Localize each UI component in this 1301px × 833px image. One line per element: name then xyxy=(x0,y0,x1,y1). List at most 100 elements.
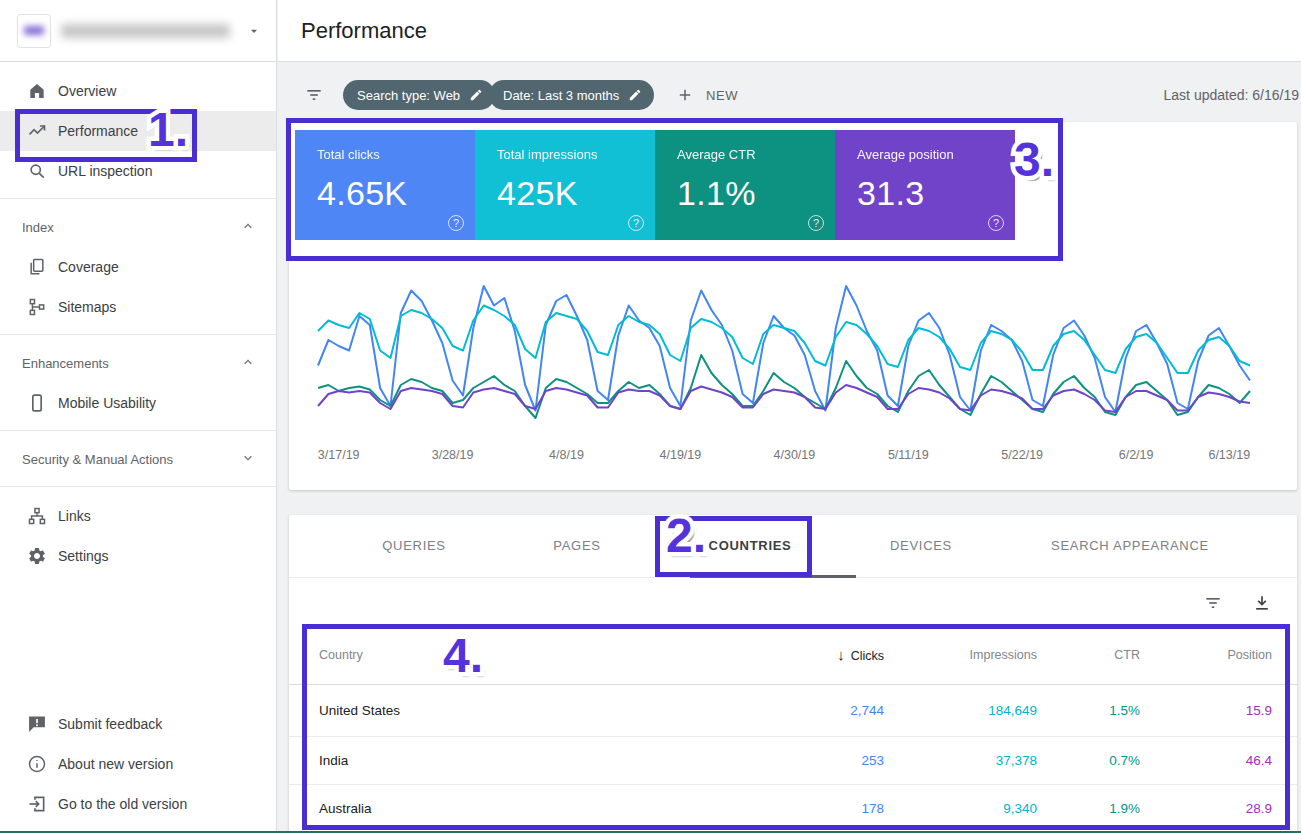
property-selector[interactable] xyxy=(0,0,276,62)
mobile-icon xyxy=(27,393,47,413)
performance-chart-card: Total clicks 4.65K ?Total impressions 42… xyxy=(289,122,1297,490)
cell-position: 15.9 xyxy=(1140,703,1272,718)
chevron-down-icon xyxy=(240,450,256,469)
sort-desc-icon: ↓ xyxy=(837,646,845,663)
performance-icon xyxy=(27,121,47,141)
sidebar-item-mobile-usability[interactable]: Mobile Usability xyxy=(0,383,276,423)
help-icon[interactable]: ? xyxy=(808,215,824,231)
sidebar-item-coverage[interactable]: Coverage xyxy=(0,247,276,287)
property-logo-blurred xyxy=(24,26,44,35)
sidebar-item-about-new-version[interactable]: About new version xyxy=(0,744,276,784)
tab-queries[interactable]: QUERIES xyxy=(382,515,445,575)
sidebar-item-label: Links xyxy=(58,508,91,524)
sidebar-item-settings[interactable]: Settings xyxy=(0,536,276,576)
chart-x-label: 5/22/19 xyxy=(1001,448,1043,462)
column-header-impressions[interactable]: Impressions xyxy=(884,648,1037,662)
cell-ctr: 0.7% xyxy=(1037,753,1140,768)
dimensions-table-card: QUERIES PAGES COUNTRIES DEVICES SEARCH APPEA… xyxy=(289,515,1297,833)
help-icon[interactable]: ? xyxy=(988,215,1004,231)
new-filter-button[interactable]: NEW xyxy=(676,80,738,110)
metric-label: Average position xyxy=(857,147,1015,162)
new-filter-label: NEW xyxy=(706,88,738,103)
table-row-india[interactable]: India 253 37,378 0.7% 46.4 xyxy=(289,737,1297,785)
exit-icon xyxy=(27,794,47,814)
sidebar-item-label: Coverage xyxy=(58,259,119,275)
date-range-chip[interactable]: Date: Last 3 months xyxy=(489,80,654,110)
chart-x-label: 6/13/19 xyxy=(1208,448,1250,462)
sidebar-section-label: Security & Manual Actions xyxy=(22,452,173,467)
metric-tile-average-ctr[interactable]: Average CTR 1.1% ? xyxy=(655,130,835,240)
chart-line-impressions xyxy=(318,306,1250,374)
filter-icon[interactable] xyxy=(304,85,324,109)
metric-value: 4.65K xyxy=(317,174,475,213)
chevron-up-icon xyxy=(240,218,256,237)
search-type-chip[interactable]: Search type: Web xyxy=(343,80,495,110)
sidebar-item-links[interactable]: Links xyxy=(0,496,276,536)
dropdown-caret-icon xyxy=(248,25,260,37)
metric-tile-total-impressions[interactable]: Total impressions 425K ? xyxy=(475,130,655,240)
plus-icon xyxy=(676,86,694,104)
sidebar-item-label: Settings xyxy=(58,548,109,564)
home-icon xyxy=(27,81,47,101)
sidebar-item-performance[interactable]: Performance xyxy=(0,111,276,151)
column-header-ctr[interactable]: CTR xyxy=(1037,648,1140,662)
metric-value: 31.3 xyxy=(857,174,1015,213)
metric-tile-total-clicks[interactable]: Total clicks 4.65K ? xyxy=(295,130,475,240)
metric-label: Total clicks xyxy=(317,147,475,162)
sidebar-item-overview[interactable]: Overview xyxy=(0,71,276,111)
metric-tile-average-position[interactable]: Average position 31.3 ? xyxy=(835,130,1015,240)
cell-clicks: 2,744 xyxy=(764,703,884,718)
metric-label: Total impressions xyxy=(497,147,655,162)
sidebar-section-label: Index xyxy=(22,220,54,235)
search-icon xyxy=(27,161,47,181)
sidebar-item-submit-feedback[interactable]: Submit feedback xyxy=(0,704,276,744)
cell-ctr: 1.5% xyxy=(1037,703,1140,718)
sidebar-item-label: Mobile Usability xyxy=(58,395,156,411)
sidebar-divider xyxy=(0,430,276,431)
cell-country: United States xyxy=(319,703,764,718)
last-updated-text: Last updated: 6/16/19 xyxy=(1164,62,1299,128)
feedback-icon xyxy=(27,714,47,734)
sidebar-section-security[interactable]: Security & Manual Actions xyxy=(0,439,276,479)
sidebar-item-sitemaps[interactable]: Sitemaps xyxy=(0,287,276,327)
sidebar-item-url-inspection[interactable]: URL inspection xyxy=(0,151,276,191)
sidebar-section-enhancements[interactable]: Enhancements xyxy=(0,343,276,383)
sidebar-item-label: Performance xyxy=(58,123,138,139)
sidebar-section-index[interactable]: Index xyxy=(0,207,276,247)
tab-devices[interactable]: DEVICES xyxy=(890,515,952,575)
cell-ctr: 1.9% xyxy=(1037,801,1140,816)
tab-search-appearance[interactable]: SEARCH APPEARANCE xyxy=(1051,515,1209,575)
table-row-united-states[interactable]: United States 2,744 184,649 1.5% 15.9 xyxy=(289,685,1297,737)
column-header-position[interactable]: Position xyxy=(1140,648,1272,662)
help-icon[interactable]: ? xyxy=(628,215,644,231)
date-range-chip-label: Date: Last 3 months xyxy=(503,88,619,103)
metric-label: Average CTR xyxy=(677,147,835,162)
countries-table: Country ↓Clicks Impressions CTR Position… xyxy=(289,625,1297,833)
cell-impressions: 184,649 xyxy=(884,703,1037,718)
coverage-icon xyxy=(27,257,47,277)
column-header-clicks[interactable]: ↓Clicks xyxy=(764,646,884,663)
cell-impressions: 37,378 xyxy=(884,753,1037,768)
sidebar-item-go-to-the-old-version[interactable]: Go to the old version xyxy=(0,784,276,824)
cell-impressions: 9,340 xyxy=(884,801,1037,816)
chart-x-label: 3/28/19 xyxy=(432,448,474,462)
sidebar-item-label: About new version xyxy=(58,756,173,772)
sidebar-item-label: URL inspection xyxy=(58,163,152,179)
help-icon[interactable]: ? xyxy=(448,215,464,231)
active-tab-indicator xyxy=(690,575,856,578)
tab-countries[interactable]: COUNTRIES xyxy=(709,515,792,575)
sidebar: Overview Performance URL inspection Index C… xyxy=(0,0,277,833)
download-icon[interactable] xyxy=(1252,593,1272,617)
column-header-country[interactable]: Country xyxy=(319,648,764,662)
chart-x-label: 6/2/19 xyxy=(1119,448,1154,462)
tab-pages[interactable]: PAGES xyxy=(553,515,600,575)
sidebar-item-label: Sitemaps xyxy=(58,299,116,315)
chart-x-label: 3/17/19 xyxy=(318,448,360,462)
table-row-australia[interactable]: Australia 178 9,340 1.9% 28.9 xyxy=(289,785,1297,833)
chart-x-label: 4/19/19 xyxy=(660,448,702,462)
cell-country: Australia xyxy=(319,801,764,816)
table-filter-icon[interactable] xyxy=(1203,593,1223,617)
edit-pencil-icon xyxy=(469,88,483,102)
property-logo xyxy=(17,14,51,48)
performance-line-chart[interactable]: 3/17/193/28/194/8/194/19/194/30/195/11/1… xyxy=(289,262,1297,472)
